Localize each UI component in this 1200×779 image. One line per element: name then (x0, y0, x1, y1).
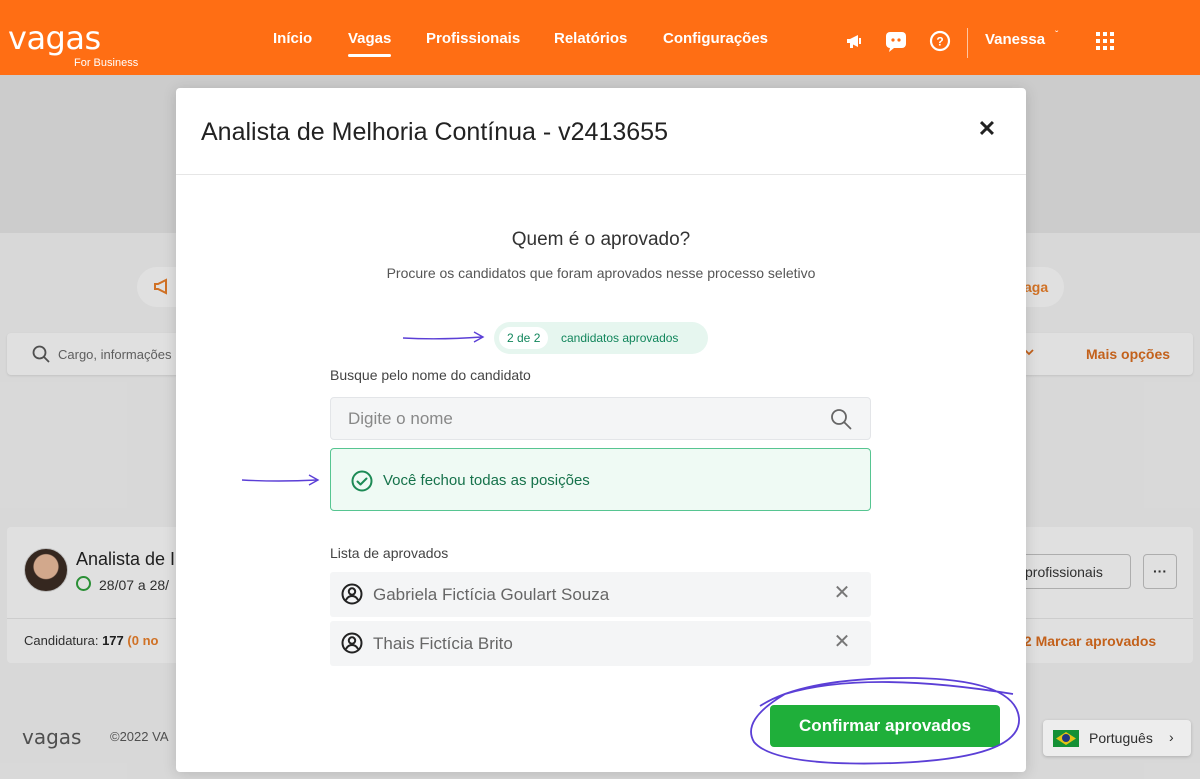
success-alert: Você fechou todas as posições (330, 448, 871, 511)
top-navbar: vagas For Business Início Vagas Profissi… (0, 0, 1200, 75)
approval-modal: Analista de Melhoria Contínua - v2413655… (176, 88, 1026, 772)
list-item: Thais Fictícia Brito ✕ (330, 621, 871, 666)
approved-subtitle: Procure os candidatos que foram aprovado… (386, 265, 816, 281)
nav-relatorios[interactable]: Relatórios (554, 30, 627, 47)
megaphone-icon[interactable] (844, 30, 866, 52)
candidate-search-box (330, 397, 871, 440)
approved-name: Gabriela Fictícia Goulart Souza (373, 585, 610, 604)
approved-count-badge: 2 de 2 candidatos aprovados (494, 322, 708, 354)
nav-active-indicator (348, 54, 391, 57)
nav-profissionais[interactable]: Profissionais (426, 30, 520, 47)
nav-vagas[interactable]: Vagas (348, 30, 391, 47)
search-icon[interactable] (829, 407, 853, 431)
modal-title: Analista de Melhoria Contínua - v2413655 (201, 118, 668, 146)
logo-word: vagas (8, 19, 101, 57)
list-item: Gabriela Fictícia Goulart Souza ✕ (330, 572, 871, 617)
nav-configuracoes[interactable]: Configurações (663, 30, 768, 47)
logo-subtitle: For Business (74, 57, 139, 69)
candidate-search-input[interactable] (331, 398, 821, 439)
apps-grid-icon[interactable] (1096, 32, 1114, 50)
navbar-divider (967, 28, 968, 58)
svg-text:?: ? (936, 35, 943, 49)
approved-count: 2 de 2 (499, 327, 549, 349)
vagas-logo[interactable]: vagas For Business (8, 19, 138, 69)
check-circle-icon (351, 470, 373, 492)
nav-inicio[interactable]: Início (273, 30, 312, 47)
search-label: Busque pelo nome do candidato (330, 367, 531, 383)
modal-divider (176, 174, 1026, 175)
remove-approved-icon[interactable]: ✕ (833, 583, 851, 603)
chat-icon[interactable] (885, 30, 907, 52)
person-icon (341, 583, 363, 605)
approved-list-label: Lista de aprovados (330, 545, 449, 561)
confirm-approved-button[interactable]: Confirmar aprovados (770, 705, 1000, 747)
user-menu[interactable]: Vanessa (985, 31, 1045, 48)
chevron-down-icon[interactable]: ˇ (1055, 30, 1058, 41)
help-icon[interactable]: ? (929, 30, 951, 52)
success-message: Você fechou todas as posições (383, 472, 590, 489)
person-icon (341, 632, 363, 654)
remove-approved-icon[interactable]: ✕ (833, 632, 851, 652)
close-icon[interactable]: ✕ (976, 118, 998, 140)
approved-question: Quem é o aprovado? (511, 229, 691, 250)
approved-count-label: candidatos aprovados (561, 331, 679, 345)
approved-name: Thais Fictícia Brito (373, 634, 513, 653)
